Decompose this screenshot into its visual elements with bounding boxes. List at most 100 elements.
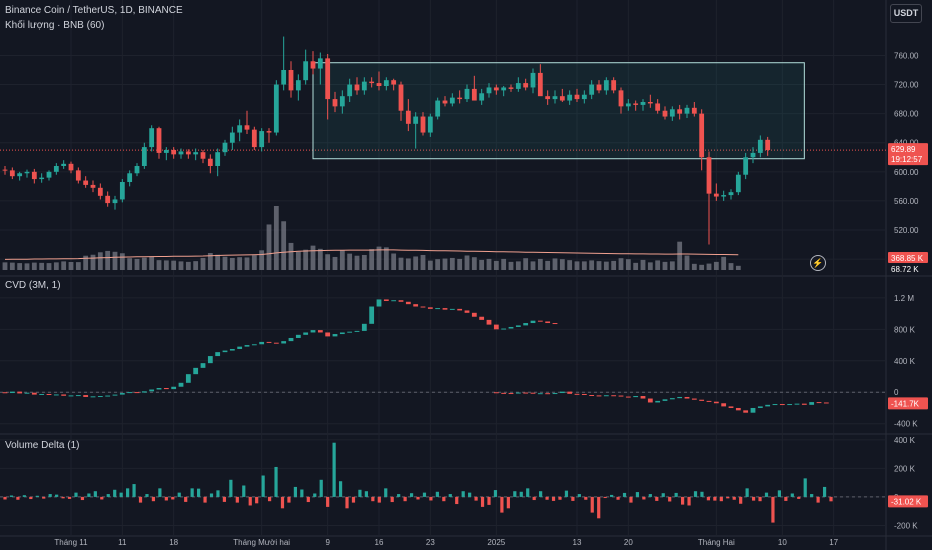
volume-delta-legend[interactable]: Volume Delta (1) <box>5 439 79 452</box>
candle-body <box>457 97 463 100</box>
delta-bar <box>9 495 14 497</box>
candle-body <box>523 83 529 88</box>
delta-y-tick-label: 200 K <box>894 464 916 473</box>
cvd-candle <box>545 321 551 324</box>
volume-bar <box>589 260 595 270</box>
delta-bar <box>719 496 723 502</box>
cvd-candle <box>420 306 426 308</box>
candle-body <box>83 180 89 185</box>
candle-body <box>303 61 309 81</box>
cvd-candle <box>200 363 206 368</box>
candle-body <box>611 80 617 91</box>
volume-bar <box>669 261 675 270</box>
cvd-candle <box>90 396 96 398</box>
volume-bar <box>295 251 301 270</box>
cvd-candle <box>750 407 756 413</box>
delta-bar <box>532 496 536 501</box>
volume-bar <box>537 258 543 270</box>
volume-bar <box>545 260 551 270</box>
delta-bar <box>784 496 788 501</box>
delta-bar <box>100 496 104 500</box>
delta-bar <box>16 496 20 500</box>
delta-bar <box>326 496 330 507</box>
delta-y-tick-label: 400 K <box>894 436 916 445</box>
cvd-candle <box>119 393 125 395</box>
cvd-candle <box>427 307 433 309</box>
volume-bar <box>647 262 653 270</box>
candle-body <box>743 157 749 175</box>
currency-selector-button[interactable]: USDT <box>890 4 922 23</box>
volume-bar <box>655 260 661 270</box>
delta-bar <box>3 496 7 500</box>
volume-bar <box>68 262 74 270</box>
y-tick-label: 600.00 <box>894 168 919 177</box>
cvd-candle <box>479 316 485 320</box>
volume-bar <box>325 254 331 270</box>
candle-body <box>633 103 639 105</box>
volume-bar <box>508 261 514 270</box>
volume-bar <box>281 221 287 270</box>
volume-bar <box>625 259 631 270</box>
volume-bar <box>435 259 441 270</box>
range-box[interactable] <box>312 62 805 160</box>
delta-bar <box>67 496 72 499</box>
cvd-legend[interactable]: CVD (3M, 1) <box>5 279 61 292</box>
candle-body <box>589 84 595 95</box>
delta-bar <box>280 496 285 509</box>
volume-bar <box>222 256 228 270</box>
delta-bar <box>610 494 614 497</box>
trading-chart[interactable]: 480.00520.00560.00600.00640.00680.00720.… <box>0 0 932 550</box>
delta-bar <box>790 493 794 497</box>
y-tick-label: 720.00 <box>894 81 919 90</box>
delta-bar <box>526 488 530 497</box>
delta-bar <box>177 492 181 497</box>
cvd-candle <box>185 374 191 383</box>
cvd-candle <box>567 391 573 394</box>
cvd-candle <box>772 404 778 406</box>
cvd-candle <box>537 393 543 395</box>
volume-bar <box>119 253 125 270</box>
delta-bar <box>461 491 465 497</box>
volume-bar <box>310 245 316 270</box>
delta-bar <box>377 496 381 503</box>
candle-body <box>215 152 221 166</box>
volume-legend[interactable]: Khối lượng · BNB (60) <box>5 19 104 32</box>
candle-body <box>559 96 565 101</box>
volume-bar <box>61 261 67 270</box>
delta-bar <box>810 494 814 497</box>
volume-bar <box>361 254 367 270</box>
cvd-candle <box>523 392 529 394</box>
delta-bar <box>300 489 304 497</box>
volume-bar <box>684 255 690 270</box>
cvd-candle <box>68 395 74 397</box>
candle-body <box>325 58 331 100</box>
delta-bar <box>584 496 588 500</box>
candle-body <box>288 70 294 91</box>
delta-bar <box>216 490 220 497</box>
candle-body <box>479 93 485 101</box>
cvd-candle <box>486 319 492 325</box>
delta-bar <box>184 496 188 502</box>
cvd-candle <box>229 348 235 351</box>
volume-bar <box>97 252 103 270</box>
cvd-candle <box>127 392 133 394</box>
lightning-icon[interactable]: ⚡ <box>810 255 826 271</box>
candle-body <box>721 195 727 197</box>
main-legend[interactable]: Binance Coin / TetherUS, 1D, BINANCE <box>5 4 183 17</box>
cvd-candle <box>207 356 213 364</box>
candle-body <box>75 170 81 181</box>
candle-body <box>530 72 536 88</box>
cvd-y-tick-label: 0 <box>894 388 899 397</box>
range-box-rect <box>312 62 805 160</box>
volume-bar <box>90 254 96 270</box>
volume-bar <box>339 250 345 270</box>
candle-body <box>127 173 133 182</box>
delta-bar <box>597 496 601 519</box>
delta-bar <box>693 491 698 497</box>
volume-bar <box>457 258 463 270</box>
volume-tag: 368.85 K <box>891 254 924 263</box>
delta-bar <box>642 496 646 500</box>
cvd-candle <box>596 395 602 397</box>
candle-body <box>435 100 441 117</box>
cvd-candle <box>449 308 455 310</box>
